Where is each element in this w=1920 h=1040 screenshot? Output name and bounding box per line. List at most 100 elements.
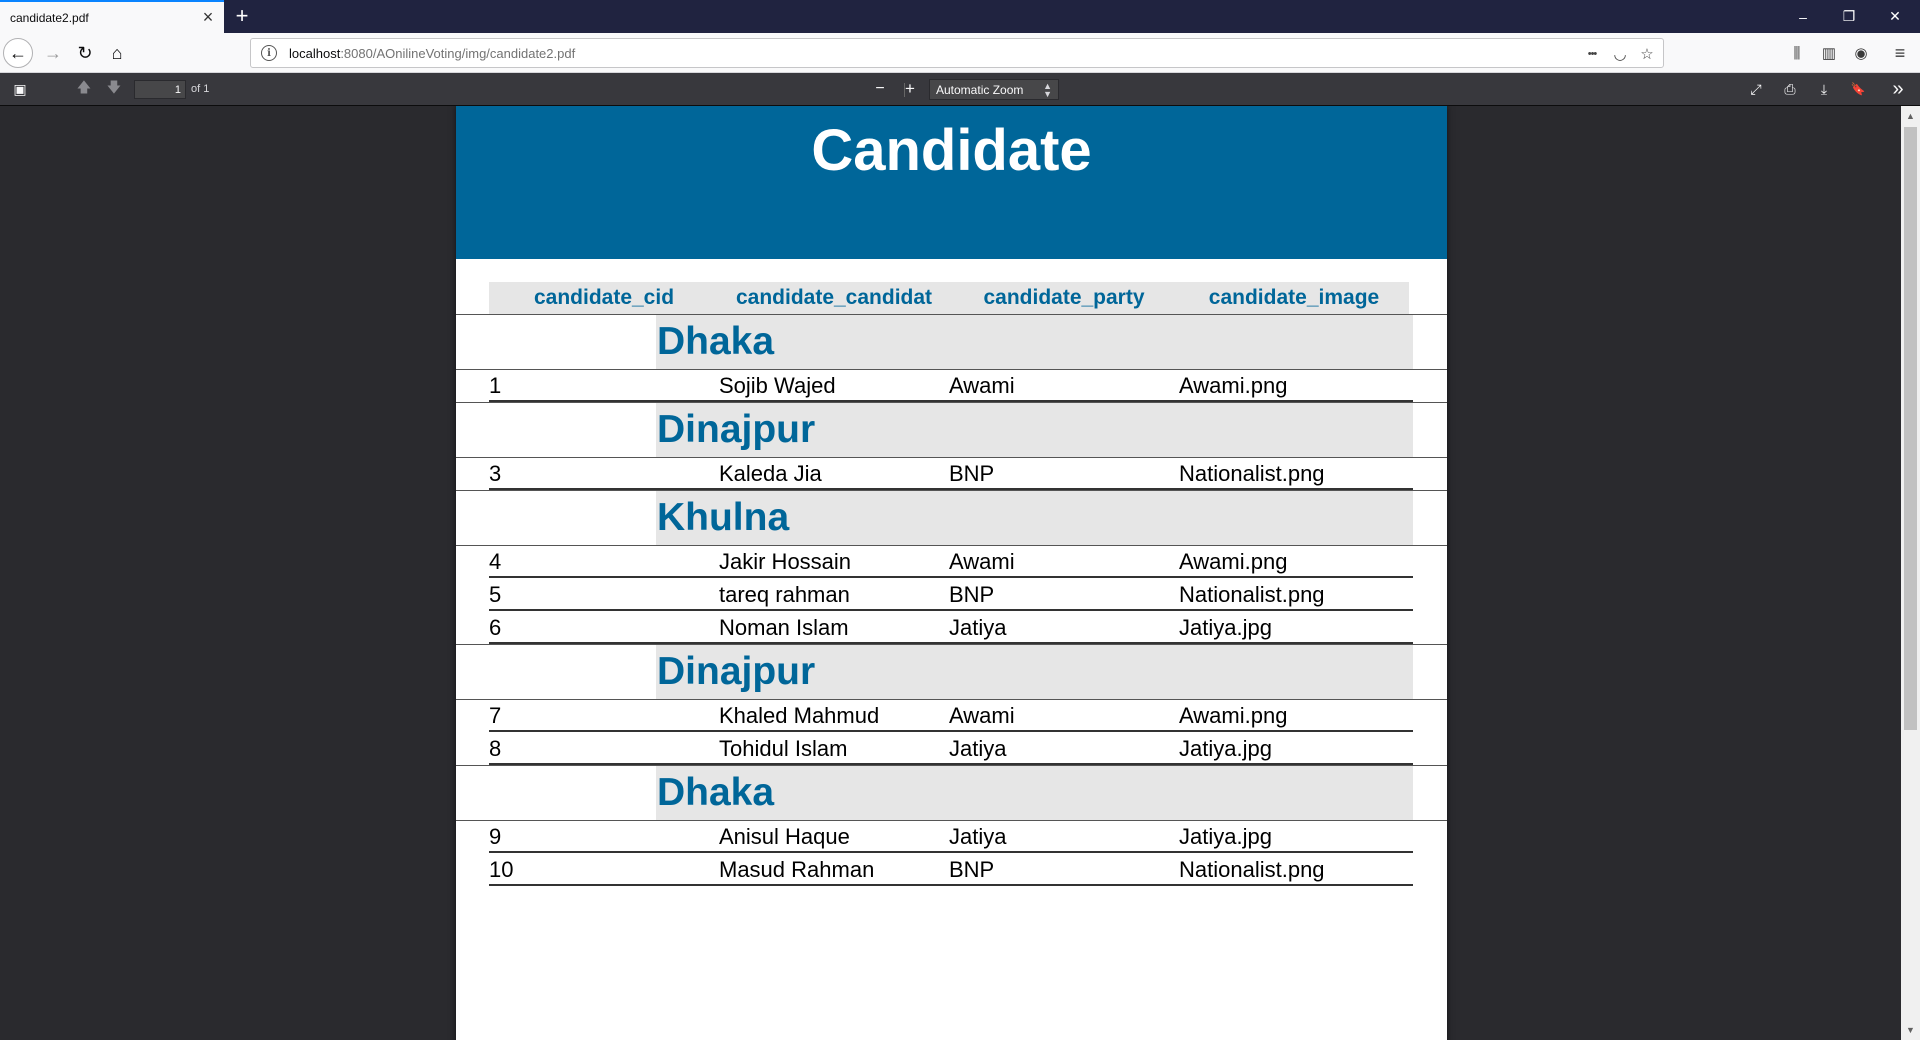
- group-header-row: Dhaka: [456, 314, 1447, 369]
- column-header-image: candidate_image: [1208, 286, 1380, 309]
- zoom-in-button[interactable]: +: [898, 78, 922, 100]
- column-header-cid: candidate_cid: [533, 286, 675, 309]
- cell-cid: 9: [489, 824, 502, 849]
- report-title: Candidate: [811, 118, 1092, 183]
- cell-image: Nationalist.png: [1179, 461, 1325, 486]
- cell-party: Awami: [949, 373, 1015, 398]
- cell-candidate: Sojib Wajed: [719, 373, 836, 398]
- forward-button[interactable]: →: [38, 38, 68, 68]
- tab-strip: candidate2.pdf × + – ❐ ✕: [0, 0, 1920, 33]
- cell-candidate: Khaled Mahmud: [719, 703, 880, 728]
- restore-button[interactable]: ❐: [1826, 0, 1872, 33]
- column-header-party: candidate_party: [983, 286, 1145, 309]
- cell-cid: 1: [489, 373, 502, 398]
- cell-image: Jatiya.jpg: [1179, 824, 1272, 849]
- column-header-candidate: candidate_candidat: [735, 286, 933, 309]
- cell-cid: 7: [489, 703, 502, 728]
- cell-party: Jatiya: [949, 736, 1007, 761]
- page-count: of 1: [191, 83, 210, 95]
- cell-image: Nationalist.png: [1179, 857, 1325, 882]
- table-row: 5 tareq rahman BNP Nationalist.png: [489, 578, 1413, 611]
- cell-cid: 10: [489, 857, 514, 882]
- updown-caret-icon: ▲ ▼: [1043, 81, 1052, 99]
- table-row: 7 Khaled Mahmud Awami Awami.png: [489, 699, 1413, 732]
- reload-button[interactable]: ↻: [70, 38, 100, 68]
- home-button[interactable]: ⌂: [102, 38, 132, 68]
- table-row: 6 Noman Islam Jatiya Jatiya.jpg: [489, 611, 1413, 644]
- table-row: 1 Sojib Wajed Awami Awami.png: [489, 369, 1413, 402]
- next-page-icon[interactable]: 🡇: [102, 78, 126, 100]
- scroll-up-arrow-icon[interactable]: ▲: [1901, 107, 1920, 125]
- tab-title: candidate2.pdf: [10, 10, 89, 25]
- cell-candidate: Kaleda Jia: [719, 461, 822, 486]
- site-info-icon[interactable]: i: [261, 45, 277, 61]
- window-close-button[interactable]: ✕: [1872, 0, 1918, 33]
- sidebar-icon[interactable]: ▥: [1819, 43, 1839, 63]
- zoom-out-button[interactable]: −: [868, 78, 892, 100]
- bookmark-star-icon[interactable]: ☆: [1636, 43, 1658, 65]
- minimize-button[interactable]: –: [1780, 0, 1826, 33]
- cell-candidate: Anisul Haque: [719, 824, 850, 849]
- report-header: Candidate: [456, 106, 1447, 259]
- account-icon[interactable]: ◉: [1851, 43, 1871, 63]
- pdf-toolbar: ▣ 🡅 🡇 of 1 − + Automatic Zoom ▲▼ ⤢ ⎙ ⤓ 🔖…: [0, 73, 1920, 106]
- cell-candidate: Tohidul Islam: [719, 736, 848, 761]
- library-icon[interactable]: ⫼: [1787, 43, 1807, 63]
- cell-party: Jatiya: [949, 615, 1007, 640]
- cell-image: Awami.png: [1179, 549, 1288, 574]
- sidebar-toggle-icon[interactable]: ▣: [8, 78, 32, 100]
- vertical-scrollbar[interactable]: ▲ ▼: [1901, 106, 1920, 1040]
- presentation-mode-icon[interactable]: ⤢: [1744, 78, 1768, 100]
- group-header-row: Khulna: [456, 490, 1447, 545]
- group-name: Dhaka: [657, 320, 775, 363]
- table-row: 8 Tohidul Islam Jatiya Jatiya.jpg: [489, 732, 1413, 765]
- cell-party: Awami: [949, 703, 1015, 728]
- pdf-page: Candidate candidate_cid candidate_candid…: [456, 106, 1447, 1040]
- zoom-select[interactable]: Automatic Zoom ▲ ▼: [929, 79, 1059, 100]
- menu-icon[interactable]: ≡: [1890, 43, 1910, 63]
- zoom-value: Automatic Zoom: [936, 82, 1024, 97]
- cell-image: Awami.png: [1179, 373, 1288, 398]
- cell-cid: 3: [489, 461, 502, 486]
- cell-party: BNP: [949, 461, 995, 486]
- close-tab-icon[interactable]: ×: [196, 6, 220, 30]
- navigation-bar: ← → ↻ ⌂ i localhost:8080/AOnilineVoting/…: [0, 33, 1920, 73]
- cell-candidate: Noman Islam: [719, 615, 849, 640]
- url-text[interactable]: localhost:8080/AOnilineVoting/img/candid…: [289, 46, 575, 61]
- cell-cid: 5: [489, 582, 502, 607]
- table-row: 3 Kaleda Jia BNP Nationalist.png: [489, 457, 1413, 490]
- page-actions-icon[interactable]: •••: [1581, 43, 1603, 65]
- group-name: Dinajpur: [657, 650, 816, 693]
- page-number-input[interactable]: [134, 80, 186, 99]
- group-header-row: Dinajpur: [456, 402, 1447, 457]
- previous-page-icon[interactable]: 🡅: [72, 78, 96, 100]
- back-button[interactable]: ←: [3, 38, 33, 68]
- url-bar[interactable]: i localhost:8080/AOnilineVoting/img/cand…: [250, 38, 1664, 68]
- cell-cid: 4: [489, 549, 502, 574]
- cell-candidate: tareq rahman: [719, 582, 850, 607]
- cell-candidate: Masud Rahman: [719, 857, 875, 882]
- new-tab-button[interactable]: +: [229, 3, 255, 29]
- cell-party: BNP: [949, 857, 995, 882]
- cell-cid: 8: [489, 736, 502, 761]
- column-header-row: candidate_cid candidate_candidat candida…: [489, 282, 1409, 314]
- table-row: 9 Anisul Haque Jatiya Jatiya.jpg: [489, 820, 1413, 853]
- scrollbar-thumb[interactable]: [1904, 127, 1917, 730]
- cell-party: Jatiya: [949, 824, 1007, 849]
- cell-image: Nationalist.png: [1179, 582, 1325, 607]
- print-icon[interactable]: ⎙: [1778, 78, 1802, 100]
- scroll-down-arrow-icon[interactable]: ▼: [1901, 1021, 1920, 1039]
- tools-icon[interactable]: »: [1886, 78, 1910, 100]
- group-name: Dhaka: [657, 771, 775, 814]
- cell-image: Jatiya.jpg: [1179, 736, 1272, 761]
- cell-party: Awami: [949, 549, 1015, 574]
- bookmark-icon[interactable]: 🔖: [1846, 78, 1870, 100]
- table-row: 4 Jakir Hossain Awami Awami.png: [489, 545, 1413, 578]
- table-row: 10 Masud Rahman BNP Nationalist.png: [489, 853, 1413, 886]
- download-icon[interactable]: ⤓: [1812, 78, 1836, 100]
- group-header-row: Dhaka: [456, 765, 1447, 820]
- pdf-viewer[interactable]: Candidate candidate_cid candidate_candid…: [0, 106, 1920, 1040]
- tab-candidate-pdf[interactable]: candidate2.pdf ×: [0, 0, 224, 33]
- cell-image: Awami.png: [1179, 703, 1288, 728]
- pocket-icon[interactable]: ◡: [1609, 43, 1631, 65]
